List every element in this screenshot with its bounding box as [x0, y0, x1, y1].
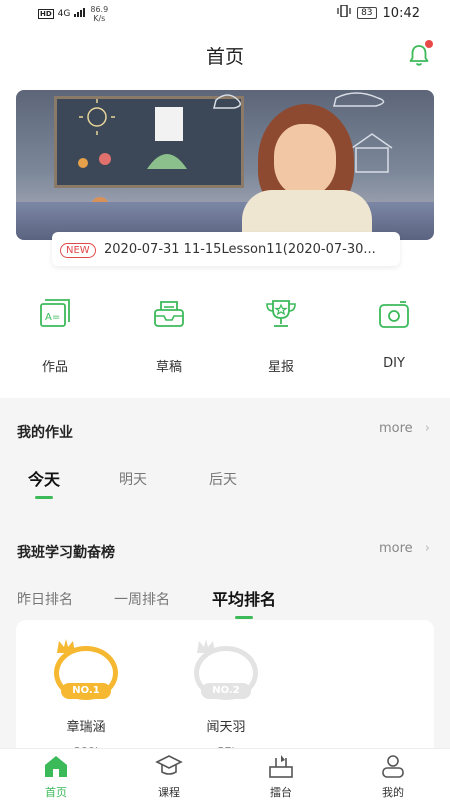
chevron-right-icon: ›: [424, 421, 430, 436]
quick-action-label: 星报: [267, 360, 294, 375]
new-badge: NEW: [60, 243, 96, 258]
homework-tab-tomorrow[interactable]: 明天: [119, 469, 147, 489]
tab-label: 昨日排名: [17, 592, 73, 608]
avatar-ring-silver: NO.2: [194, 639, 258, 700]
quick-action-works[interactable]: A= 作品: [10, 296, 100, 375]
ranking-title: 我班学习勤奋榜: [17, 545, 115, 561]
tab-home[interactable]: 首页: [11, 753, 101, 800]
network-speed: 86.9 K/s: [90, 5, 108, 23]
ranking-tab-week[interactable]: 一周排名: [114, 589, 170, 609]
rank-badge: NO.1: [61, 683, 111, 699]
crown-icon: [57, 639, 75, 653]
home-icon: [45, 756, 67, 777]
ranking-tab-yesterday[interactable]: 昨日排名: [17, 589, 73, 609]
profile-icon: [382, 755, 404, 778]
quick-action-drafts[interactable]: 草稿: [124, 296, 214, 375]
quick-action-star-report[interactable]: 星报: [236, 296, 326, 375]
tab-label: 我的: [382, 786, 404, 799]
latest-assignment-card[interactable]: NEW 2020-07-31 11-15Lesson11(2020-07-30.…: [52, 232, 400, 266]
hd-indicator: HD: [38, 9, 54, 19]
vibrate-icon: [337, 4, 351, 21]
quick-action-diy[interactable]: DIY: [349, 296, 439, 371]
svg-text:A=: A=: [45, 312, 60, 323]
rank-badge: NO.2: [201, 683, 251, 699]
promo-banner[interactable]: [16, 90, 434, 240]
tab-label: 后天: [209, 472, 237, 488]
latest-assignment-text: 2020-07-31 11-15Lesson11(2020-07-30...: [104, 242, 376, 257]
more-label: more: [378, 541, 413, 556]
notification-badge: [425, 40, 433, 48]
tab-indicator: [235, 616, 253, 619]
status-right: 83 10:42: [337, 4, 420, 21]
battery-indicator: 83: [357, 7, 377, 19]
works-icon: A=: [40, 299, 70, 327]
tab-profile[interactable]: 我的: [348, 753, 438, 800]
homework-tab-today[interactable]: 今天: [28, 466, 61, 499]
status-left: HD 4G 86.9 K/s: [38, 5, 108, 23]
clock: 10:42: [382, 5, 420, 21]
speed-unit: K/s: [93, 14, 106, 23]
crown-icon: [197, 639, 215, 653]
bottom-tab-bar: 首页 课程 擂台 我的: [0, 748, 450, 800]
tab-label: 明天: [119, 472, 147, 488]
ranking-more-link[interactable]: more ›: [379, 541, 430, 556]
course-icon: [155, 755, 183, 775]
student-name: 章瑞涵: [66, 720, 106, 735]
status-bar: HD 4G 86.9 K/s 83 10:42: [0, 0, 450, 28]
quick-action-label: DIY: [383, 356, 405, 371]
ranking-tab-average[interactable]: 平均排名: [212, 586, 277, 619]
quick-actions: A= 作品 草稿 星报 DIY: [0, 296, 450, 376]
homework-more-link[interactable]: more ›: [379, 421, 430, 436]
tab-course[interactable]: 课程: [124, 753, 214, 800]
homework-tab-day-after[interactable]: 后天: [209, 469, 237, 489]
drafts-icon: [154, 301, 184, 327]
arena-icon: [269, 755, 293, 778]
tab-label: 课程: [158, 786, 180, 799]
tab-label: 擂台: [270, 786, 292, 799]
student-name: 闻天羽: [206, 720, 246, 735]
top-area: NEW 2020-07-31 11-15Lesson11(2020-07-30.…: [0, 82, 450, 398]
tab-label: 今天: [28, 470, 61, 489]
tab-label: 平均排名: [212, 590, 277, 609]
homework-section: 我的作业 more › 今天 明天 后天: [0, 398, 450, 510]
network-indicator: 4G: [57, 9, 71, 19]
tab-indicator: [35, 496, 53, 499]
quick-action-label: 草稿: [155, 360, 182, 375]
page-title: 首页: [205, 46, 244, 68]
camera-icon: [379, 301, 409, 328]
signal-icon: [74, 8, 86, 20]
trophy-icon: [266, 300, 296, 327]
tab-arena[interactable]: 擂台: [236, 753, 326, 800]
banner-girl-face: [274, 124, 336, 196]
ranking-section: 我班学习勤奋榜 more › 昨日排名 一周排名 平均排名: [0, 530, 450, 620]
more-label: more: [378, 421, 413, 436]
rank-entry-1[interactable]: NO.1 章瑞涵 290': [36, 639, 136, 758]
speed-value: 86.9: [90, 5, 109, 14]
tab-label: 一周排名: [114, 592, 170, 608]
chevron-right-icon: ›: [424, 541, 430, 556]
avatar-ring-gold: NO.1: [54, 639, 118, 700]
quick-action-label: 作品: [41, 360, 68, 375]
homework-title: 我的作业: [17, 425, 73, 441]
rank-entry-2[interactable]: NO.2 闻天羽 57': [176, 639, 276, 758]
notification-button[interactable]: [406, 40, 433, 68]
tab-label: 首页: [45, 786, 67, 799]
banner-illustration: [16, 90, 434, 240]
app-header: 首页: [0, 28, 450, 82]
